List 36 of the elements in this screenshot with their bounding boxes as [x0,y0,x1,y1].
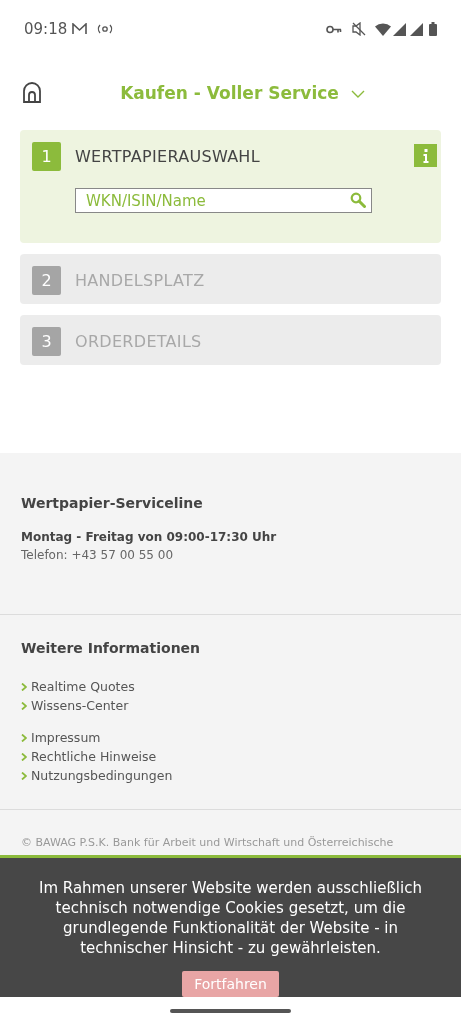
signal-icon [410,22,423,36]
battery-icon [429,22,437,36]
footer-link[interactable]: Impressum [21,728,440,747]
footer-link[interactable]: Wissens-Center [21,696,440,715]
step-panel[interactable]: 1 WERTPAPIERAUSWAHL WKN/ISIN/Name [20,130,441,243]
step-number: 2 [32,266,61,295]
step-number: 1 [32,142,61,171]
status-time: 09:18 [24,18,68,40]
footer-link[interactable]: Rechtliche Hinweise [21,747,440,766]
footer-link[interactable]: Realtime Quotes [21,677,440,696]
chevron-right-icon [21,733,27,742]
footer-link[interactable]: Nutzungsbedingungen [21,766,440,785]
mail-icon [72,23,88,35]
chevron-right-icon [21,682,27,691]
section-heading: Wertpapier-Serviceline [21,494,204,513]
hotspot-icon [97,24,114,34]
chevron-down-icon [350,90,365,98]
step-label: ORDERDETAILS [75,330,202,353]
cookie-notice: Im Rahmen unserer Website werden ausschließlich technisch notwendige Cookies gesetzt, um die grundlegende Funktionalität der Website - in technischer Hinsicht - zu gewährleisten. [38,878,423,958]
search-field[interactable]: WKN/ISIN/Name [75,188,372,213]
wifi-icon [375,22,391,36]
step-label: HANDELSPLATZ [75,269,205,292]
phone-number: Telefon: +43 57 00 55 00 [21,547,175,564]
section-heading: Weitere Informationen [21,639,202,658]
copyright-text: © BAWAG P.S.K. Bank für Arbeit und Wirtschaft und Österreichische [21,835,395,851]
key-icon [326,24,342,34]
chevron-right-icon [21,752,27,761]
service-hours: Montag - Freitag von 09:00-17:30 Uhr [21,529,278,546]
step-number: 3 [32,327,61,356]
gesture-handle[interactable] [170,1008,291,1013]
step-label: WERTPAPIERAUSWAHL [75,145,260,168]
home-icon[interactable] [22,82,42,104]
muted-icon [352,22,366,36]
chevron-right-icon [21,771,27,780]
chevron-right-icon [21,701,27,710]
signal-icon [393,22,406,36]
